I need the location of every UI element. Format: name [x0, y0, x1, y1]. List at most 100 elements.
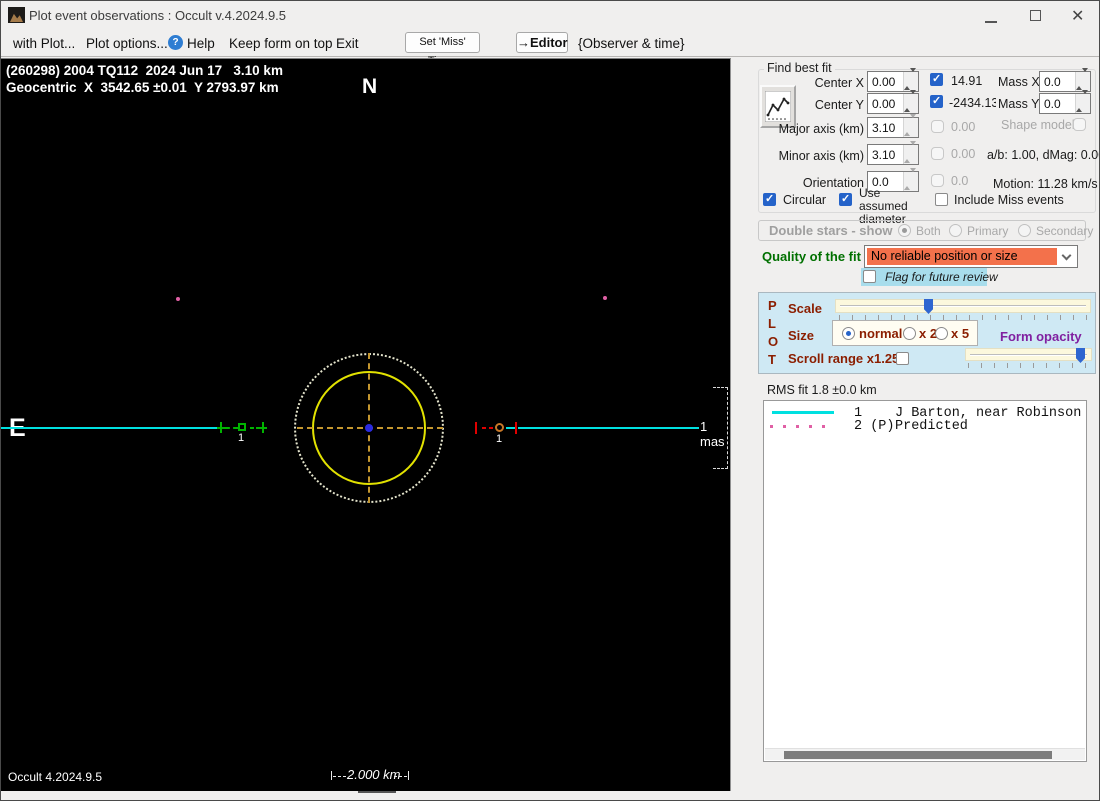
predicted-legend-dot — [822, 425, 825, 428]
center-point — [365, 424, 373, 432]
include-miss-events-checkbox[interactable] — [935, 193, 948, 206]
observations-list[interactable]: 1 J Barton, near Robinson 2 (P) Predicte… — [763, 400, 1087, 762]
menu-plot-options[interactable]: Plot options... — [86, 36, 168, 51]
help-icon[interactable]: ? — [168, 35, 183, 50]
km-bracket-dash — [333, 776, 346, 777]
spinner-arrows-icon[interactable] — [903, 114, 918, 137]
list-item-name[interactable]: Predicted — [895, 419, 968, 434]
ab-dmag-label: a/b: 1.00, dMag: 0.00 — [987, 148, 1100, 162]
major-axis-label: Major axis (km) — [778, 122, 864, 136]
predicted-legend-dot — [783, 425, 786, 428]
fit-y-checkbox[interactable] — [930, 94, 943, 108]
title-bar: Plot event observations : Occult v.4.202… — [1, 1, 1099, 29]
flag-review-wrap: Flag for future review — [861, 268, 998, 286]
minor-axis-alt-checkbox[interactable] — [931, 147, 944, 160]
flag-review-label: Flag for future review — [885, 270, 998, 284]
include-miss-events-label: Include Miss events — [954, 193, 1064, 207]
scroll-range-checkbox[interactable] — [896, 352, 909, 365]
list-scrollbar-thumb[interactable] — [784, 751, 1052, 759]
predicted-legend-dot — [796, 425, 799, 428]
km-bracket-dash — [394, 776, 407, 777]
fit-x-checkbox[interactable] — [930, 72, 943, 86]
form-opacity-label: Form opacity — [1000, 329, 1082, 344]
menu-help[interactable]: Help — [187, 36, 215, 51]
red-dash — [482, 427, 486, 429]
list-item-number[interactable]: 2 (P) — [854, 419, 895, 434]
scale-slider[interactable] — [835, 299, 1091, 314]
plot-version-label: Occult 4.2024.9.5 — [8, 770, 103, 784]
form-opacity-slider-thumb[interactable] — [1076, 348, 1085, 363]
chord-left-number: 1 — [238, 432, 245, 444]
mass-x-spinner[interactable]: 0.0 — [1039, 68, 1091, 92]
red-dash — [489, 427, 493, 429]
scale-label: Scale — [788, 301, 822, 316]
spinner-arrows-icon[interactable] — [1075, 68, 1090, 91]
chord-observed-left — [1, 427, 223, 429]
spinner-arrows-icon[interactable] — [1075, 90, 1090, 113]
close-icon[interactable]: ✕ — [1071, 6, 1084, 26]
quality-selected-value: No reliable position or size — [867, 248, 1057, 265]
red-errorbar-tick — [475, 422, 477, 434]
form-opacity-slider[interactable] — [965, 348, 1092, 363]
list-horizontal-scrollbar[interactable] — [765, 748, 1085, 760]
predicted-legend-dot — [809, 425, 812, 428]
center-y-spinner[interactable]: 0.00 — [867, 90, 919, 114]
flag-review-checkbox[interactable] — [863, 270, 876, 283]
horizontal-scroll-thumb[interactable] — [358, 791, 396, 793]
size-normal-radio[interactable] — [842, 327, 855, 340]
double-stars-primary-radio[interactable] — [949, 224, 962, 237]
scale-slider-thumb[interactable] — [924, 299, 933, 314]
major-axis-alt-checkbox[interactable] — [931, 120, 944, 133]
km-bracket-tick — [408, 771, 409, 780]
find-best-fit-label: Find best fit — [764, 61, 835, 75]
orientation-alt-value: 0.0 — [951, 174, 969, 188]
app-icon — [8, 7, 25, 23]
major-axis-spinner[interactable]: 3.10 — [867, 114, 919, 138]
minor-axis-spinner[interactable]: 3.10 — [867, 141, 919, 165]
mas-bracket — [727, 387, 728, 469]
double-stars-primary-label: Primary — [967, 224, 1009, 238]
minor-axis-alt-value: 0.00 — [951, 147, 976, 161]
green-dash-segment — [225, 427, 238, 429]
predicted-dot — [176, 297, 180, 301]
fit-y-value: -2434.13 — [949, 96, 996, 110]
quality-of-fit-dropdown[interactable]: No reliable position or size — [864, 245, 1078, 268]
orientation-alt-checkbox[interactable] — [931, 174, 944, 187]
fit-x-value: 14.91 — [951, 74, 983, 88]
minor-axis-label: Minor axis (km) — [778, 149, 864, 163]
center-y-label: Center Y — [814, 98, 864, 112]
menu-exit[interactable]: Exit — [336, 36, 359, 51]
quality-of-fit-label: Quality of the fit — [762, 249, 861, 264]
size-x5-radio[interactable] — [935, 327, 948, 340]
double-stars-secondary-radio[interactable] — [1018, 224, 1031, 237]
predicted-dot — [603, 296, 607, 300]
double-stars-both-radio[interactable] — [898, 224, 911, 237]
shape-model-checkbox[interactable] — [1073, 118, 1086, 131]
plot-canvas[interactable]: (260298) 2004 TQ112 2024 Jun 17 3.10 km … — [1, 58, 731, 791]
mass-y-spinner[interactable]: 0.0 — [1039, 90, 1091, 114]
north-label: N — [362, 75, 378, 98]
green-square-marker — [238, 423, 246, 431]
spinner-arrows-icon[interactable] — [903, 68, 918, 91]
use-assumed-diameter-checkbox[interactable] — [839, 192, 852, 206]
km-bracket-tick — [331, 771, 332, 780]
size-x2-radio[interactable] — [903, 327, 916, 340]
spinner-arrows-icon[interactable] — [903, 90, 918, 113]
center-x-label: Center X — [814, 76, 864, 90]
chord-right-number: 1 — [496, 433, 503, 445]
menu-keep-on-top[interactable]: Keep form on top — [229, 36, 333, 51]
mas-bracket-cap — [713, 468, 728, 469]
double-stars-label: Double stars - show — [769, 223, 893, 238]
circular-checkbox[interactable] — [763, 192, 776, 206]
spinner-arrows-icon[interactable] — [903, 141, 918, 164]
center-x-spinner[interactable]: 0.00 — [867, 68, 919, 92]
editor-button[interactable]: →Editor — [516, 32, 568, 53]
minimize-icon[interactable] — [985, 13, 997, 23]
menu-with-plot[interactable]: with Plot... — [13, 36, 75, 51]
maximize-icon[interactable] — [1030, 10, 1041, 21]
scroll-range-label: Scroll range x1.25 — [788, 351, 900, 366]
mass-x-label: Mass X — [998, 75, 1040, 89]
red-errorbar-tick — [515, 422, 517, 434]
set-miss-times-button[interactable]: Set 'Miss' Times — [405, 32, 480, 67]
km-scale-label: 2.000 km — [347, 767, 401, 782]
